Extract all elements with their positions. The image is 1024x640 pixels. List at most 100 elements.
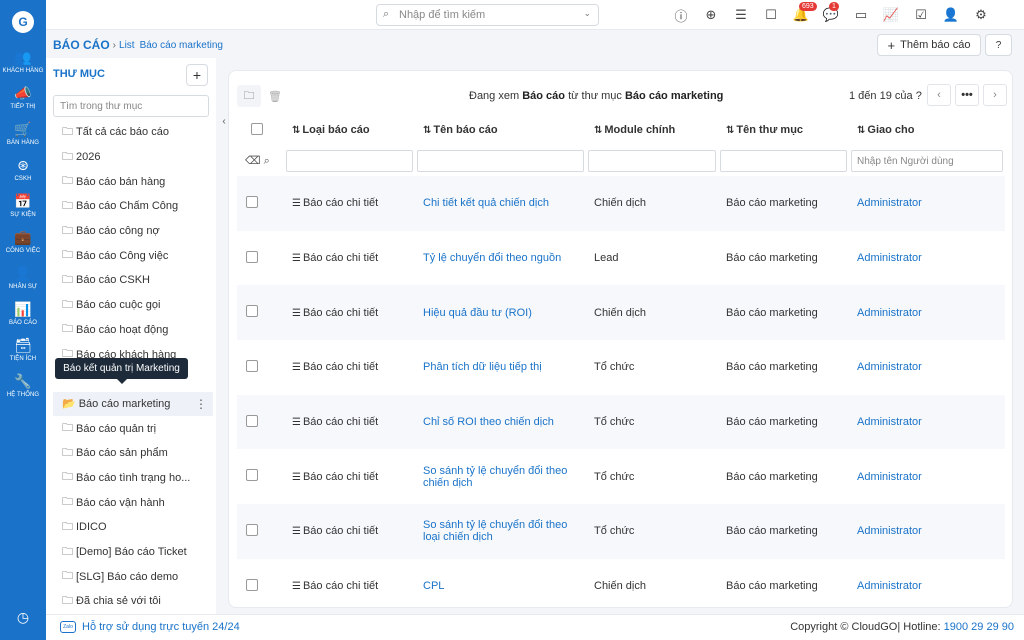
folder-item[interactable]: 🗀 [Demo] Báo cáo Ticket (53, 540, 213, 565)
filter-folder-name[interactable] (720, 150, 847, 172)
assignee-link[interactable]: Administrator (857, 197, 922, 209)
tasks-icon[interactable]: ☐ (756, 5, 786, 25)
move-folder-icon[interactable]: 🗀 (237, 85, 261, 107)
assignee-link[interactable]: Administrator (857, 471, 922, 483)
folder-item[interactable]: 📂 Báo cáo marketing ⋮ (53, 391, 213, 417)
list-icon[interactable]: ☰ (726, 5, 756, 25)
report-name-link[interactable]: So sánh tỷ lệ chuyển đổi theo loại chiến… (423, 519, 567, 543)
breadcrumb-root[interactable]: BÁO CÁO (53, 38, 110, 52)
filter-module[interactable] (588, 150, 716, 172)
folder-item[interactable]: 🗀 Báo cáo bán hàng (53, 169, 213, 194)
global-search-input[interactable] (399, 7, 574, 23)
assignee-link[interactable]: Administrator (857, 416, 922, 428)
table-row[interactable]: ☰ Báo cáo chi tiết Tỷ lệ chuyển đổi theo n… (237, 230, 1005, 286)
folder-item[interactable]: 🗀 Đã chia sẻ với tôi (53, 589, 213, 614)
chevron-down-icon[interactable]: ⌄ (583, 8, 591, 19)
rail-item-0[interactable]: 👥 KHÁCH HÀNG (0, 44, 46, 80)
messages-icon[interactable]: 💬 1 (816, 2, 846, 25)
row-checkbox[interactable] (246, 305, 258, 318)
rail-item-9[interactable]: 🔧 HỆ THỐNG (0, 368, 46, 404)
col-module[interactable]: ⇅ Module chính (586, 114, 718, 146)
folder-item[interactable]: 🗀 IDICO (53, 515, 213, 540)
breadcrumb-folder[interactable]: Báo cáo marketing (140, 40, 223, 51)
analytics-icon[interactable]: 📈 (876, 5, 906, 25)
col-assignee[interactable]: ⇅ Giao cho (849, 114, 1005, 146)
rail-item-3[interactable]: ⊛ CSKH (0, 152, 46, 188)
add-report-button[interactable]: + Thêm báo cáo (877, 34, 981, 56)
table-row[interactable]: ☰ Báo cáo chi tiết CPL Chiến dịch Báo cáo ma… (237, 558, 1005, 607)
report-name-link[interactable]: Tỷ lệ chuyển đổi theo nguồn (423, 252, 561, 264)
folder-search-input[interactable] (53, 95, 209, 117)
row-checkbox[interactable] (246, 359, 258, 372)
table-row[interactable]: ☰ Báo cáo chi tiết So sánh tỷ lệ chuyển đổ… (237, 504, 1005, 559)
col-report-type[interactable]: ⇅ Loại báo cáo (284, 114, 415, 146)
folder-item[interactable]: 🗀 2026 (53, 145, 213, 170)
rail-item-7[interactable]: 📊 BÁO CÁO (0, 296, 46, 332)
col-folder-name[interactable]: ⇅ Tên thư mục (718, 114, 849, 146)
delete-icon[interactable]: 🗑 (263, 85, 287, 107)
checkbox-icon[interactable]: ☑ (906, 5, 936, 25)
report-name-link[interactable]: Chi tiết kết quả chiến dịch (423, 197, 549, 209)
filter-assignee[interactable] (851, 150, 1003, 172)
assignee-link[interactable]: Administrator (857, 252, 922, 264)
global-search[interactable]: ⌕ ⌄ (376, 4, 599, 26)
app-logo[interactable]: G (0, 0, 46, 44)
table-row[interactable]: ☰ Báo cáo chi tiết So sánh tỷ lệ chuyển đổ… (237, 449, 1005, 505)
row-checkbox[interactable] (246, 523, 258, 536)
settings-icon[interactable]: ⚙ (966, 5, 996, 25)
table-row[interactable]: ☰ Báo cáo chi tiết Hiệu quả đầu tư (ROI) Ch… (237, 285, 1005, 341)
folder-item[interactable]: 🗀 Báo cáo vận hành (53, 490, 213, 515)
assignee-link[interactable]: Administrator (857, 361, 922, 373)
folder-item[interactable]: 🗀 [SLG] Báo cáo demo (53, 564, 213, 589)
row-checkbox[interactable] (246, 414, 258, 427)
filter-report-type[interactable] (286, 150, 413, 172)
folder-item[interactable]: 🗀 Báo cáo CSKH (53, 268, 213, 293)
info-icon[interactable]: ⓘ (666, 5, 696, 25)
prev-page-button[interactable]: ‹ (927, 84, 951, 106)
folder-item[interactable]: 🗀 Báo cáo tình trạng ho... (53, 466, 213, 491)
table-row[interactable]: ☰ Báo cáo chi tiết Chỉ số ROI theo chiến d… (237, 394, 1005, 450)
table-row[interactable]: ☰ Báo cáo chi tiết Chi tiết kết quả chiến … (237, 176, 1005, 231)
add-circle-icon[interactable]: ⊕ (696, 5, 726, 25)
rail-item-5[interactable]: 💼 CÔNG VIỆC (0, 224, 46, 260)
report-name-link[interactable]: Hiệu quả đầu tư (ROI) (423, 307, 532, 319)
folder-item[interactable]: 🗀 Báo cáo quản trị (53, 416, 213, 441)
clear-filter-icon[interactable]: ⌫ (245, 155, 261, 167)
select-all-checkbox[interactable] (251, 122, 263, 135)
filter-report-name[interactable] (417, 150, 584, 172)
folder-item[interactable]: 🗀 Báo cáo sản phẩm (53, 441, 213, 466)
row-checkbox[interactable] (246, 195, 258, 208)
folder-item[interactable]: 🗀 Báo cáo Công việc (53, 243, 213, 268)
calendar-icon[interactable]: ▭ (846, 5, 876, 25)
count-query[interactable]: ? (916, 90, 922, 102)
user-icon[interactable]: 👤 (936, 5, 966, 25)
rail-item-1[interactable]: 📣 TIẾP THỊ (0, 80, 46, 116)
folder-item[interactable]: 🗀 Báo cáo hoạt động (53, 318, 213, 343)
search-icon[interactable]: ⌕ (264, 155, 270, 167)
row-checkbox[interactable] (246, 250, 258, 263)
folder-item[interactable]: 🗀 Báo cáo cuộc gọi (53, 293, 213, 318)
assignee-link[interactable]: Administrator (857, 307, 922, 319)
more-options-button[interactable]: ••• (955, 84, 979, 106)
report-name-link[interactable]: So sánh tỷ lệ chuyển đổi theo chiến dịch (423, 465, 567, 489)
report-name-link[interactable]: Phân tích dữ liệu tiếp thị (423, 361, 542, 373)
notifications-icon[interactable]: 🔔 693 (786, 2, 817, 25)
rail-item-6[interactable]: 👤 NHÂN SỰ (0, 260, 46, 296)
add-folder-button[interactable]: + (186, 64, 208, 86)
support-link[interactable]: Zalo Hỗ trợ sử dụng trực tuyến 24/24 (60, 621, 240, 633)
rail-item-4[interactable]: 📅 SỰ KIỆN (0, 188, 46, 224)
rail-item-2[interactable]: 🛒 BÁN HÀNG (0, 116, 46, 152)
more-vertical-icon[interactable]: ⋮ (195, 397, 207, 411)
hotline-link[interactable]: 1900 29 29 90 (944, 621, 1014, 633)
col-report-name[interactable]: ⇅ Tên báo cáo (415, 114, 586, 146)
folder-item[interactable]: 🗀 Tất cả các báo cáo (53, 120, 213, 145)
breadcrumb-list[interactable]: List (119, 40, 135, 51)
row-checkbox[interactable] (246, 469, 258, 482)
next-page-button[interactable]: › (983, 84, 1007, 106)
folder-item[interactable]: 🗀 Báo cáo công nợ (53, 219, 213, 244)
help-button[interactable]: ? (985, 34, 1012, 56)
folder-item[interactable]: 🗀 Báo cáo Chấm Công (53, 194, 213, 219)
table-row[interactable]: ☰ Báo cáo chi tiết Phân tích dữ liệu tiếp … (237, 340, 1005, 395)
rail-item-8[interactable]: 🗃 TIỆN ÍCH (0, 332, 46, 368)
assignee-link[interactable]: Administrator (857, 580, 922, 592)
